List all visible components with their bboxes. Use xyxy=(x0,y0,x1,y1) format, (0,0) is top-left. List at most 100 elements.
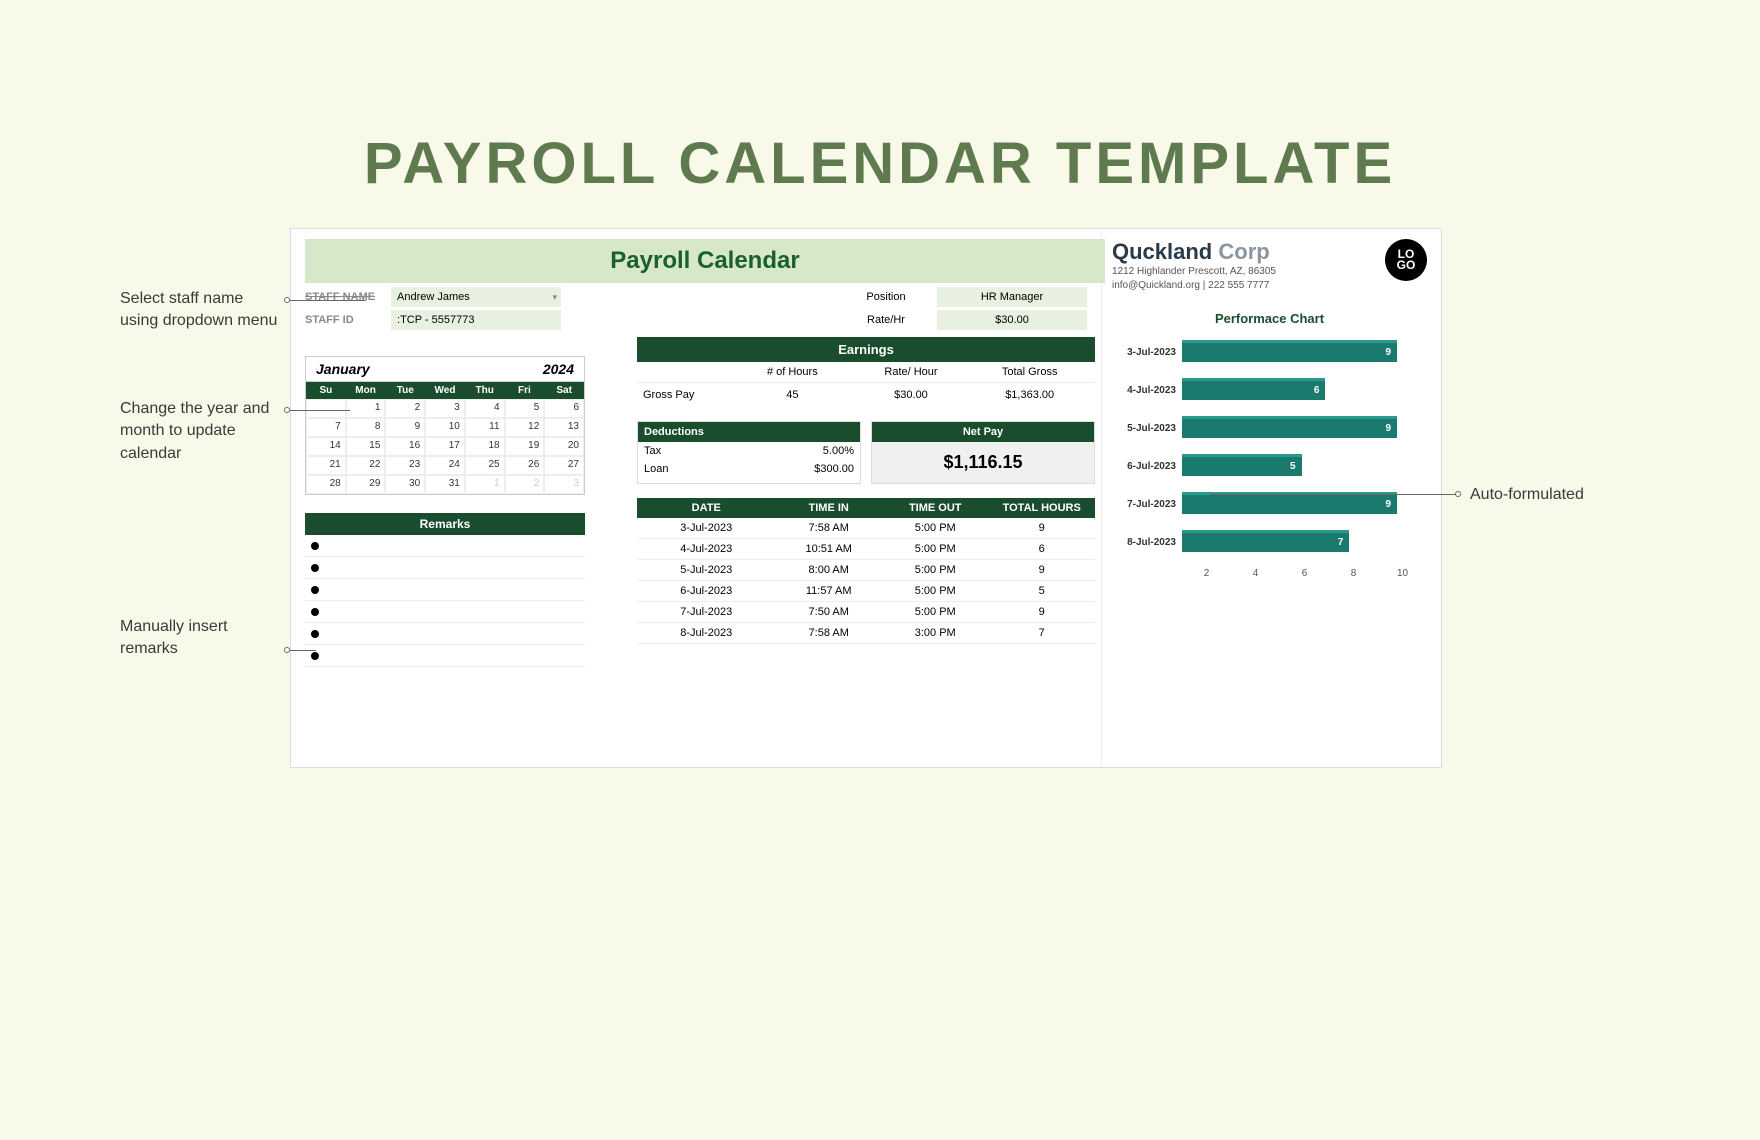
callout-line xyxy=(290,650,316,651)
calendar-cell[interactable]: 4 xyxy=(465,399,505,418)
earnings-col-total: Total Gross xyxy=(970,366,1089,378)
log-col-in: TIME IN xyxy=(775,498,882,518)
log-cell: 3-Jul-2023 xyxy=(637,518,775,538)
tax-value: 5.00% xyxy=(823,445,854,457)
calendar-cell[interactable]: 2 xyxy=(385,399,425,418)
calendar-cell[interactable]: 21 xyxy=(306,456,346,475)
callout-auto-formulated: Auto-formulated xyxy=(1470,484,1584,506)
log-cell: 7:58 AM xyxy=(775,623,882,643)
calendar-cell[interactable]: 28 xyxy=(306,475,346,494)
calendar-cell[interactable]: 8 xyxy=(346,418,386,437)
chart-bar-row: 6-Jul-20235 xyxy=(1118,454,1421,478)
calendar-day-header: Su xyxy=(306,382,346,399)
chart-bar-label: 5-Jul-2023 xyxy=(1118,423,1182,434)
chart-bar: 6 xyxy=(1182,378,1325,400)
chart-bar: 9 xyxy=(1182,492,1397,514)
calendar-year[interactable]: 2024 xyxy=(543,361,574,377)
chart-bar-row: 5-Jul-20239 xyxy=(1118,416,1421,440)
chart-bar-row: 3-Jul-20239 xyxy=(1118,340,1421,364)
tax-label: Tax xyxy=(644,445,661,457)
calendar-cell[interactable]: 18 xyxy=(465,437,505,456)
loan-value: $300.00 xyxy=(814,463,854,475)
chart-bar: 9 xyxy=(1182,416,1397,438)
callout-line xyxy=(290,300,366,301)
calendar-cell[interactable]: 20 xyxy=(544,437,584,456)
callout-calendar: Change the year and month to update cale… xyxy=(120,398,290,465)
calendar-cell[interactable]: 23 xyxy=(385,456,425,475)
calendar-cell[interactable]: 30 xyxy=(385,475,425,494)
calendar-cell[interactable]: 31 xyxy=(425,475,465,494)
log-cell: 3:00 PM xyxy=(882,623,989,643)
calendar-cell[interactable]: 6 xyxy=(544,399,584,418)
position-value: HR Manager xyxy=(937,287,1087,307)
remark-row[interactable] xyxy=(305,557,585,579)
remark-row[interactable] xyxy=(305,579,585,601)
calendar-cell[interactable]: 27 xyxy=(544,456,584,475)
calendar-cell[interactable]: 16 xyxy=(385,437,425,456)
calendar-day-header: Thu xyxy=(465,382,505,399)
log-cell: 5:00 PM xyxy=(882,602,989,622)
company-address: 1212 Highlander Prescott, AZ, 86305 xyxy=(1112,265,1276,279)
log-row: 3-Jul-20237:58 AM5:00 PM9 xyxy=(637,518,1095,539)
calendar-cell[interactable]: 12 xyxy=(505,418,545,437)
calendar-cell[interactable]: 9 xyxy=(385,418,425,437)
calendar-cell[interactable]: 19 xyxy=(505,437,545,456)
calendar-cell[interactable]: 10 xyxy=(425,418,465,437)
company-header: Quckland Corp 1212 Highlander Prescott, … xyxy=(1112,239,1427,293)
time-log-table: DATE TIME IN TIME OUT TOTAL HOURS 3-Jul-… xyxy=(637,498,1095,644)
calendar-cell[interactable]: 5 xyxy=(505,399,545,418)
log-row: 7-Jul-20237:50 AM5:00 PM9 xyxy=(637,602,1095,623)
remark-row[interactable] xyxy=(305,645,585,667)
log-cell: 6-Jul-2023 xyxy=(637,581,775,601)
deductions-title: Deductions xyxy=(638,422,860,442)
calendar-cell[interactable] xyxy=(306,399,346,418)
calendar-cell[interactable]: 17 xyxy=(425,437,465,456)
calendar-cell[interactable]: 22 xyxy=(346,456,386,475)
chart-bar-label: 4-Jul-2023 xyxy=(1118,385,1182,396)
calendar-cell[interactable]: 1 xyxy=(346,399,386,418)
staff-name-value: Andrew James xyxy=(397,291,470,303)
callout-dot-icon xyxy=(1455,491,1461,497)
calendar-month[interactable]: January xyxy=(316,361,370,377)
calendar-cell[interactable]: 1 xyxy=(465,475,505,494)
remark-row[interactable] xyxy=(305,535,585,557)
log-cell: 5:00 PM xyxy=(882,518,989,538)
chart-bar-row: 4-Jul-20236 xyxy=(1118,378,1421,402)
calendar-cell[interactable]: 2 xyxy=(505,475,545,494)
calendar-cell[interactable]: 3 xyxy=(544,475,584,494)
callout-line xyxy=(290,410,350,411)
netpay-section: Net Pay $1,116.15 xyxy=(871,421,1095,484)
log-row: 6-Jul-202311:57 AM5:00 PM5 xyxy=(637,581,1095,602)
chart-bar-label: 8-Jul-2023 xyxy=(1118,537,1182,548)
calendar-day-header: Wed xyxy=(425,382,465,399)
calendar-day-header: Mon xyxy=(346,382,386,399)
staff-info: STAFF NAME Andrew James ▾ STAFF ID : TCP… xyxy=(305,287,621,330)
banner-title: Payroll Calendar xyxy=(305,239,1105,283)
calendar-cell[interactable]: 13 xyxy=(544,418,584,437)
staff-name-dropdown[interactable]: Andrew James ▾ xyxy=(391,287,561,307)
calendar-cell[interactable]: 29 xyxy=(346,475,386,494)
log-cell: 6 xyxy=(988,539,1095,559)
dropdown-arrow-icon: ▾ xyxy=(552,292,557,303)
calendar-cell[interactable]: 7 xyxy=(306,418,346,437)
rate-value: $30.00 xyxy=(937,310,1087,330)
chart-x-tick: 10 xyxy=(1378,568,1427,579)
log-col-hours: TOTAL HOURS xyxy=(988,498,1095,518)
company-contact: info@Quickland.org | 222 555 7777 xyxy=(1112,279,1276,293)
calendar-cell[interactable]: 3 xyxy=(425,399,465,418)
calendar-cell[interactable]: 24 xyxy=(425,456,465,475)
calendar-cell[interactable]: 26 xyxy=(505,456,545,475)
calendar-cell[interactable]: 15 xyxy=(346,437,386,456)
calendar-cell[interactable]: 25 xyxy=(465,456,505,475)
calendar-cell[interactable]: 14 xyxy=(306,437,346,456)
chart-bar-label: 7-Jul-2023 xyxy=(1118,499,1182,510)
log-col-out: TIME OUT xyxy=(882,498,989,518)
company-name: Quckland Corp xyxy=(1112,239,1276,265)
calendar-grid[interactable]: 1234567891011121314151617181920212223242… xyxy=(306,399,584,494)
gross-hours: 45 xyxy=(733,389,852,401)
remark-row[interactable] xyxy=(305,601,585,623)
calendar-cell[interactable]: 11 xyxy=(465,418,505,437)
remark-row[interactable] xyxy=(305,623,585,645)
log-cell: 9 xyxy=(988,602,1095,622)
earnings-col-rate: Rate/ Hour xyxy=(852,366,971,378)
